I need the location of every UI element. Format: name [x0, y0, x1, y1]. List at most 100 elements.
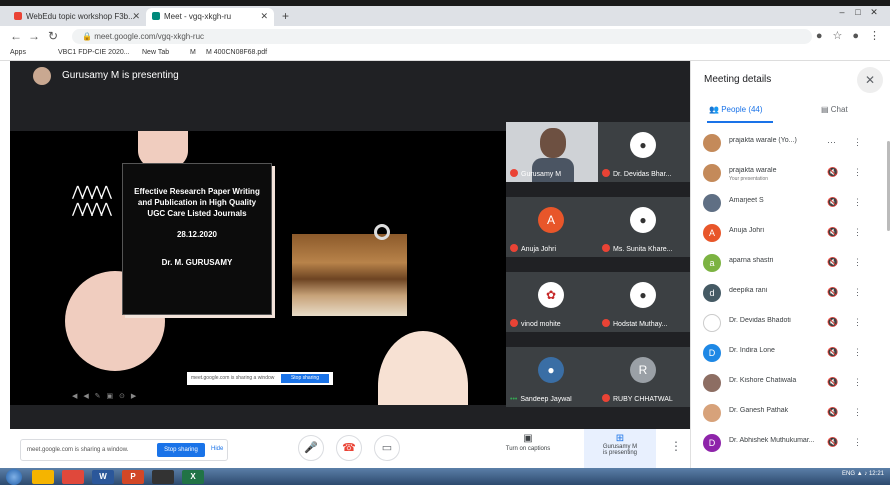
presenting-button[interactable]: ⊞ Gurusamy M is presenting	[584, 429, 656, 468]
shared-slide: ⋀⋀⋀⋀ ⋀⋀⋀⋀ Effective Research Paper Writin…	[10, 131, 506, 405]
tab-people[interactable]: 👥 People (44)	[709, 105, 763, 114]
tab-label: Meet - vgq-xkgh-ru	[164, 12, 232, 21]
hide-button[interactable]: Hide	[211, 446, 223, 452]
taskbar-app-icon[interactable]: X	[182, 470, 204, 484]
mic-status-icon[interactable]: ⋯	[827, 137, 836, 148]
more-options-icon[interactable]: ⋮	[853, 347, 862, 358]
mic-status-icon[interactable]: 🔇	[827, 407, 838, 418]
browser-tab-meet[interactable]: Meet - vgq-xkgh-ru ✕	[146, 8, 274, 26]
participant-avatar: A	[538, 207, 564, 233]
taskbar-app-icon[interactable]	[32, 470, 54, 484]
microphone-button[interactable]: 🎤	[298, 435, 324, 461]
participant-name: Dr. Ganesh Pathak	[729, 407, 789, 414]
participant-tile[interactable]: ● Dr. Devidas Bhar...	[598, 122, 690, 182]
menu-icon[interactable]: ⋮	[869, 30, 880, 42]
captions-label: Turn on captions	[505, 446, 551, 452]
more-options-icon[interactable]: ⋮	[853, 317, 862, 328]
reload-icon[interactable]: ↻	[48, 29, 58, 43]
more-options-icon[interactable]: ⋮	[853, 257, 862, 268]
stop-sharing-button[interactable]: Stop sharing	[157, 443, 205, 457]
participant-row[interactable]: prajakta warale (Yo...) ⋯ ⋮	[691, 129, 890, 159]
participant-tile[interactable]: A Anuja Johri	[506, 197, 598, 257]
maximize-button[interactable]: □	[850, 7, 866, 17]
participant-row[interactable]: prajakta warale Your presentation 🔇 ⋮	[691, 159, 890, 189]
close-window-button[interactable]: ✕	[866, 7, 882, 18]
more-options-icon[interactable]: ⋮	[853, 407, 862, 418]
taskbar-app-icon[interactable]	[62, 470, 84, 484]
participant-row[interactable]: Amarjeet S 🔇 ⋮	[691, 189, 890, 219]
captions-icon: ▣	[523, 433, 533, 444]
taskbar-app-icon[interactable]	[152, 470, 174, 484]
mic-status-icon[interactable]: 🔇	[827, 257, 838, 268]
participant-row[interactable]: A Anuja Johri 🔇 ⋮	[691, 219, 890, 249]
participant-tile[interactable]: Gurusamy M	[506, 122, 598, 182]
start-button[interactable]	[6, 469, 22, 485]
participant-row[interactable]: Dr. Ganesh Pathak 🔇 ⋮	[691, 399, 890, 429]
bookmark-m[interactable]: M	[190, 49, 196, 56]
participant-row[interactable]: D Dr. Indira Lone 🔇 ⋮	[691, 339, 890, 369]
taskbar-app-icon[interactable]: W	[92, 470, 114, 484]
more-options-icon[interactable]: ⋮	[853, 167, 862, 178]
participant-avatar: a	[703, 254, 721, 272]
participant-row[interactable]: a aparna shastri 🔇 ⋮	[691, 249, 890, 279]
participant-row[interactable]: d deepika rani 🔇 ⋮	[691, 279, 890, 309]
participant-tile[interactable]: ● ••• Sandeep Jaywal	[506, 347, 598, 407]
camera-icon: ▭	[381, 442, 393, 454]
camera-button[interactable]: ▭	[374, 435, 400, 461]
microphone-icon: 🎤	[304, 442, 318, 454]
close-tab-icon[interactable]: ✕	[260, 11, 268, 22]
forward-arrow-icon[interactable]: →	[28, 29, 40, 43]
bookmark-apps[interactable]: Apps	[10, 49, 26, 56]
participant-avatar	[703, 314, 721, 332]
mic-status-icon[interactable]: 🔇	[827, 437, 838, 448]
participant-row[interactable]: D Dr. Abhishek Muthukumar... 🔇 ⋮	[691, 429, 890, 459]
chat-icon: ▤	[821, 105, 831, 114]
participant-row[interactable]: Dr. Kishore Chatiwala 🔇 ⋮	[691, 369, 890, 399]
participant-name: Anuja Johri	[729, 227, 765, 234]
bookmark-new-tab[interactable]: New Tab	[142, 49, 169, 56]
camera-indicator-icon[interactable]: ●	[816, 30, 823, 42]
mic-status-icon[interactable]: 🔇	[827, 347, 838, 358]
participant-tile[interactable]: ● Ms. Sunita Khare...	[598, 197, 690, 257]
close-tab-icon[interactable]: ✕	[132, 11, 140, 22]
muted-mic-icon	[510, 319, 518, 327]
minimize-button[interactable]: –	[834, 7, 850, 17]
participant-name: ••• Sandeep Jaywal	[510, 396, 572, 403]
more-options-icon[interactable]: ⋮	[853, 377, 862, 388]
more-options-icon[interactable]: ⋮	[853, 197, 862, 208]
mic-status-icon[interactable]: 🔇	[827, 167, 838, 178]
participant-tile[interactable]: ● Hodstat Muthay...	[598, 272, 690, 332]
participant-avatar: ●	[630, 207, 656, 233]
bookmark-pdf[interactable]: M 400CN08F68.pdf	[206, 49, 267, 56]
slideshow-controls[interactable]: ◀ ◀ ✎ ▣ ⊙ ▶	[72, 392, 138, 400]
browser-tab-webedu[interactable]: WebEdu topic workshop F3b... ✕	[8, 8, 146, 26]
more-options-icon[interactable]: ⋮	[853, 227, 862, 238]
participant-tile[interactable]: ✿ vinod mohite	[506, 272, 598, 332]
mic-status-icon[interactable]: 🔇	[827, 317, 838, 328]
more-options-icon[interactable]: ⋮	[853, 287, 862, 298]
more-options-icon[interactable]: ⋮	[670, 439, 682, 453]
address-bar[interactable]: 🔒 meet.google.com/vgq-xkgh-ruc	[72, 29, 812, 44]
mic-status-icon[interactable]: 🔇	[827, 227, 838, 238]
participant-tile[interactable]: R RUBY CHHATWAL	[598, 347, 690, 407]
speaking-dots-icon: •••	[510, 396, 518, 403]
new-tab-button[interactable]: +	[282, 9, 289, 23]
top-edge	[0, 0, 890, 6]
tab-chat[interactable]: ▤ Chat	[821, 105, 848, 114]
mic-status-icon[interactable]: 🔇	[827, 197, 838, 208]
close-panel-button[interactable]: ✕	[857, 67, 883, 93]
taskbar-app-icon[interactable]: P	[122, 470, 144, 484]
more-options-icon[interactable]: ⋮	[853, 437, 862, 448]
more-options-icon[interactable]: ⋮	[853, 137, 862, 148]
profile-icon[interactable]: ●	[852, 30, 859, 42]
leave-call-button[interactable]: ☎	[336, 435, 362, 461]
captions-button[interactable]: ▣ Turn on captions	[498, 433, 558, 452]
bookmark-vbc[interactable]: VBC1 FDP-CIE 2020...	[58, 49, 130, 56]
participant-name: Dr. Indira Lone	[729, 347, 775, 354]
star-icon[interactable]: ☆	[832, 30, 842, 42]
mic-status-icon[interactable]: 🔇	[827, 287, 838, 298]
back-arrow-icon[interactable]: ←	[10, 29, 22, 43]
slide-stop-sharing-button[interactable]: Stop sharing	[281, 374, 329, 383]
participant-row[interactable]: Dr. Devidas Bhadoti 🔇 ⋮	[691, 309, 890, 339]
mic-status-icon[interactable]: 🔇	[827, 377, 838, 388]
